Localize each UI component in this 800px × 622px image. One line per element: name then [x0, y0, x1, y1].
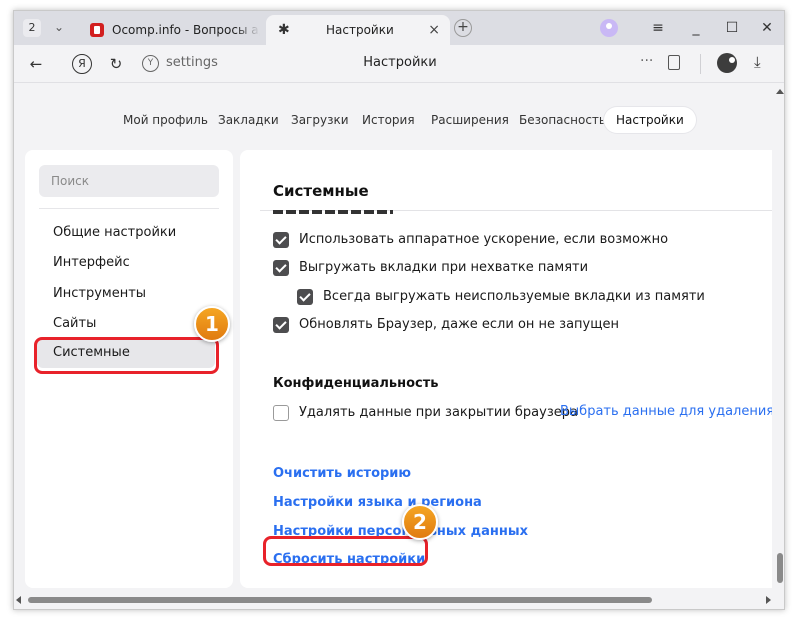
close-tab-icon[interactable]: ×	[428, 15, 440, 45]
scroll-left-icon[interactable]	[16, 596, 21, 604]
nav-downloads[interactable]: Загрузки	[291, 107, 349, 133]
sidebar-item-interface[interactable]: Интерфейс	[53, 255, 130, 270]
checkbox-checked[interactable]	[297, 289, 313, 305]
nav-security[interactable]: Безопасность	[519, 107, 606, 133]
toolbar-divider	[700, 54, 701, 74]
checkbox-label: Использовать аппаратное ускорение, если …	[299, 232, 669, 247]
settings-top-nav: Мой профиль Закладки Загрузки История Ра…	[14, 107, 772, 135]
tab-ocomp[interactable]: Ocomp.info - Вопросы адм	[82, 15, 262, 45]
language-region-link[interactable]: Настройки языка и региона	[273, 495, 482, 510]
sidebar-divider	[39, 208, 219, 209]
close-window-button[interactable]: ✕	[755, 16, 779, 40]
highlight-box-system	[34, 337, 219, 374]
profile-icon[interactable]	[600, 19, 618, 37]
clipped-subheading	[273, 208, 393, 214]
checkbox-unchecked[interactable]	[273, 405, 289, 421]
minimize-button[interactable]: _	[684, 16, 708, 40]
scroll-right-icon[interactable]	[766, 596, 771, 604]
sidebar-item-general[interactable]: Общие настройки	[53, 225, 176, 240]
nav-profile[interactable]: Мой профиль	[123, 107, 208, 133]
nav-extensions[interactable]: Расширения	[431, 107, 509, 133]
maximize-button[interactable]: ☐	[720, 16, 744, 40]
horizontal-scrollbar[interactable]	[14, 593, 774, 607]
search-input[interactable]	[39, 165, 219, 197]
ocomp-favicon-icon	[90, 23, 104, 37]
clear-history-link[interactable]: Очистить историю	[273, 466, 411, 481]
address-input[interactable]: settings	[166, 55, 218, 70]
sidebar-item-tools[interactable]: Инструменты	[53, 286, 146, 301]
checkbox-label: Удалять данные при закрытии браузера	[299, 405, 578, 420]
vertical-scrollbar[interactable]	[774, 83, 784, 588]
privacy-heading: Конфиденциальность	[273, 376, 439, 391]
yandex-icon[interactable]: Я	[72, 54, 92, 74]
back-icon[interactable]: ←	[26, 54, 46, 74]
highlight-box-reset	[263, 536, 428, 566]
nav-settings[interactable]: Настройки	[604, 107, 696, 133]
tab-title: Настройки	[326, 23, 394, 37]
tab-title: Ocomp.info - Вопросы адм	[112, 15, 260, 45]
checkbox-label: Обновлять Браузер, даже если он не запущ…	[299, 317, 619, 332]
browser-logo-icon: Y	[142, 55, 159, 72]
tab-strip: 2 ⌄ Ocomp.info - Вопросы адм ✱ Настройки…	[14, 11, 784, 45]
checkbox-label: Выгружать вкладки при нехватке памяти	[299, 260, 589, 275]
menu-icon[interactable]: ≡	[646, 16, 670, 40]
address-bar-row: ← Я ↻ Y settings Настройки ··· ⤓	[14, 45, 784, 83]
more-icon[interactable]: ···	[640, 53, 653, 69]
nav-history[interactable]: История	[362, 107, 415, 133]
bookmark-icon[interactable]	[668, 55, 680, 70]
sidebar-item-sites[interactable]: Сайты	[53, 316, 96, 331]
scrollbar-thumb[interactable]	[28, 597, 652, 603]
checkbox-label: Всегда выгружать неиспользуемые вкладки …	[323, 289, 705, 304]
tab-count-badge[interactable]: 2	[23, 19, 41, 37]
section-title: Системные	[273, 182, 369, 200]
reload-icon[interactable]: ↻	[106, 54, 126, 74]
checkbox-checked[interactable]	[273, 260, 289, 276]
chevron-down-icon[interactable]: ⌄	[50, 18, 68, 36]
step-badge: 1	[194, 306, 230, 342]
extension-icon[interactable]	[717, 53, 737, 73]
nav-bookmarks[interactable]: Закладки	[218, 107, 279, 133]
browser-window: 2 ⌄ Ocomp.info - Вопросы адм ✱ Настройки…	[13, 10, 785, 610]
checkbox-checked[interactable]	[273, 232, 289, 248]
settings-content: Системные Использовать аппаратное ускоре…	[240, 150, 772, 588]
step-badge: 2	[402, 504, 438, 540]
scroll-up-icon[interactable]	[776, 89, 784, 94]
new-tab-button[interactable]: +	[454, 19, 472, 37]
choose-data-link[interactable]: Выбрать данные для удаления	[560, 404, 772, 419]
gear-icon: ✱	[278, 22, 290, 38]
scrollbar-thumb[interactable]	[777, 553, 783, 583]
checkbox-checked[interactable]	[273, 317, 289, 333]
tab-settings[interactable]: ✱ Настройки ×	[266, 15, 450, 45]
download-icon[interactable]: ⤓	[754, 53, 761, 71]
